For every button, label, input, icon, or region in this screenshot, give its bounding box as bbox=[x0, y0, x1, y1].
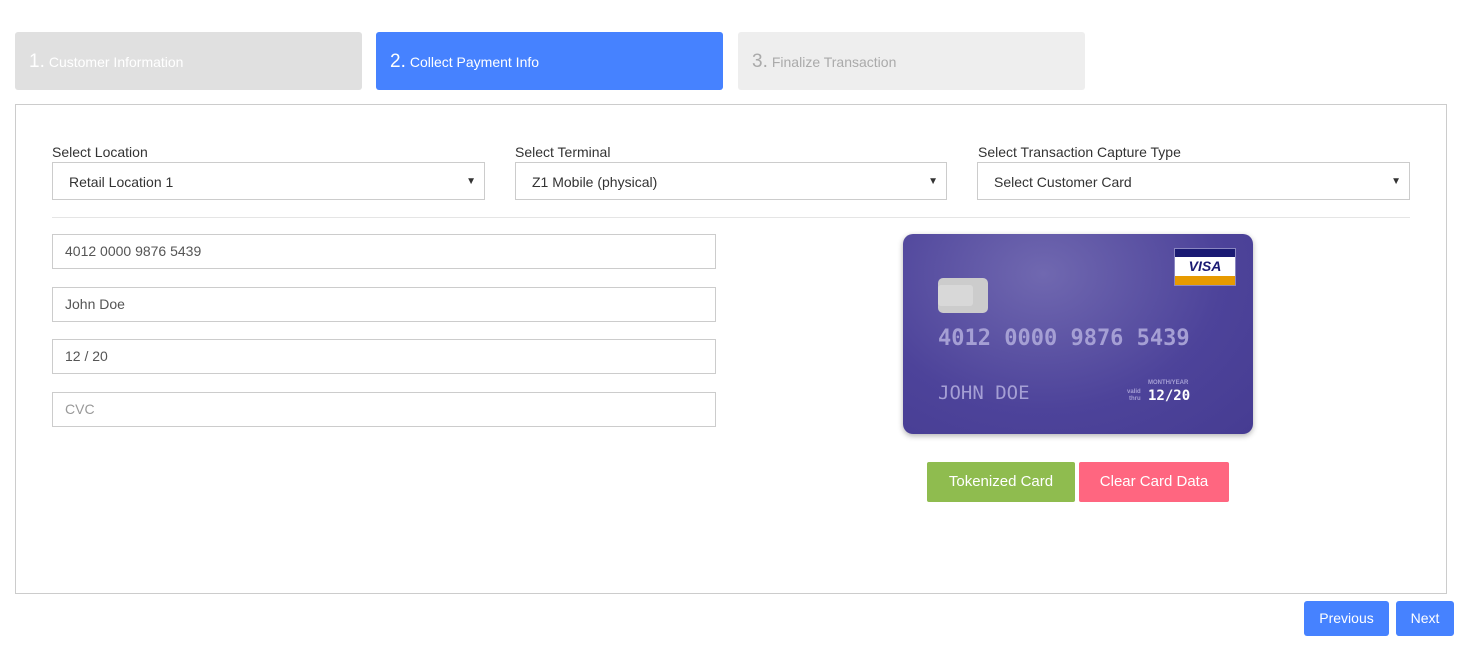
divider bbox=[52, 217, 1410, 218]
card-preview-number: 4012 0000 9876 5439 bbox=[938, 326, 1190, 351]
step-finalize-transaction[interactable]: 3. Finalize Transaction bbox=[738, 32, 1085, 90]
valid-label: valid bbox=[1127, 389, 1141, 395]
card-preview: VISA 4012 0000 9876 5439 JOHN DOE valid t… bbox=[903, 234, 1253, 434]
visa-logo: VISA bbox=[1174, 248, 1236, 286]
terminal-select[interactable]: Z1 Mobile (physical) ▼ bbox=[515, 162, 947, 200]
caret-down-icon: ▼ bbox=[466, 176, 476, 187]
step-customer-information[interactable]: 1. Customer Information bbox=[15, 32, 362, 90]
chip-icon bbox=[938, 278, 988, 313]
thru-label: thru bbox=[1129, 396, 1141, 402]
caret-down-icon: ▼ bbox=[1391, 176, 1401, 187]
cardholder-name-input[interactable]: John Doe bbox=[52, 287, 716, 322]
card-preview-expiry: 12/20 bbox=[1148, 388, 1191, 404]
cvc-input[interactable]: CVC bbox=[52, 392, 716, 427]
expiry-input[interactable]: 12 / 20 bbox=[52, 339, 716, 374]
card-preview-name: JOHN DOE bbox=[938, 382, 1030, 404]
step-collect-payment-info[interactable]: 2. Collect Payment Info bbox=[376, 32, 723, 90]
previous-button[interactable]: Previous bbox=[1304, 601, 1389, 636]
capture-type-label: Select Transaction Capture Type bbox=[978, 144, 1181, 160]
tokenized-card-button[interactable]: Tokenized Card bbox=[927, 462, 1075, 502]
clear-card-data-button[interactable]: Clear Card Data bbox=[1079, 462, 1229, 502]
location-select[interactable]: Retail Location 1 ▼ bbox=[52, 162, 485, 200]
card-number-input[interactable]: 4012 0000 9876 5439 bbox=[52, 234, 716, 269]
month-year-label: MONTH/YEAR bbox=[1148, 380, 1189, 386]
location-label: Select Location bbox=[52, 144, 148, 160]
terminal-label: Select Terminal bbox=[515, 144, 611, 160]
caret-down-icon: ▼ bbox=[928, 176, 938, 187]
capture-type-select[interactable]: Select Customer Card ▼ bbox=[977, 162, 1410, 200]
next-button[interactable]: Next bbox=[1396, 601, 1454, 636]
